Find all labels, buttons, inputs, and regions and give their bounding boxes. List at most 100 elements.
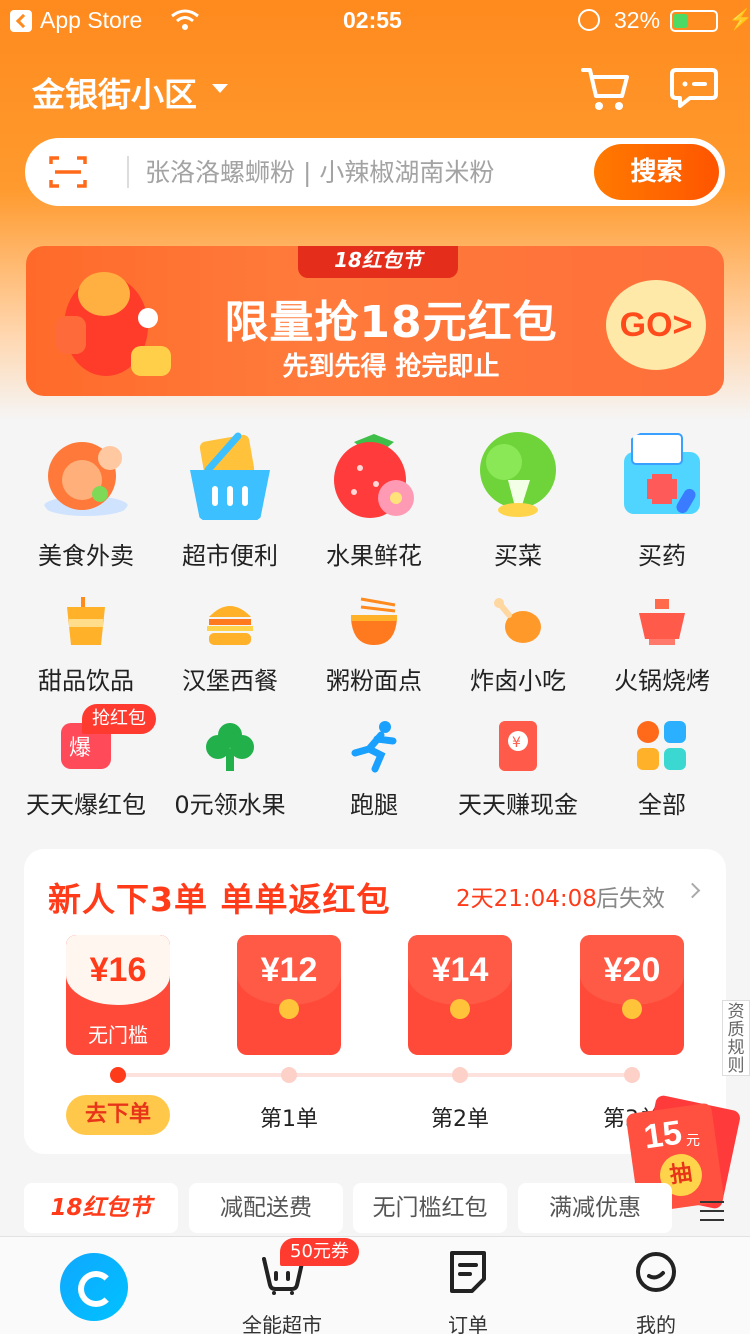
search-bar[interactable]: 搜索 xyxy=(25,138,725,206)
back-arrow-icon[interactable] xyxy=(10,10,32,32)
search-input[interactable] xyxy=(145,150,605,194)
order-icon xyxy=(450,1251,486,1293)
svg-text:爆: 爆 xyxy=(69,736,91,761)
vegetable-icon xyxy=(480,432,556,518)
location-selector[interactable]: 金银街小区 xyxy=(32,68,197,116)
category-medicine[interactable]: 买药 xyxy=(590,420,734,570)
red-packet-20[interactable]: ¥20 xyxy=(580,935,684,1055)
category-earn-cash[interactable]: ¥ 天天赚现金 xyxy=(446,719,590,829)
cart-icon[interactable] xyxy=(580,64,630,112)
packet-amount: ¥16 xyxy=(89,951,147,989)
hotpot-icon xyxy=(639,599,685,645)
progress-track xyxy=(118,1073,632,1077)
category-label: 炸卤小吃 xyxy=(470,667,566,695)
food-delivery-icon xyxy=(44,442,128,516)
rotation-lock-icon xyxy=(578,9,600,31)
filter-no-threshold[interactable]: 无门槛红包 xyxy=(353,1183,507,1233)
new-user-rewards-card[interactable]: 新人下3单 单单返红包 2天21:04:08 后失效 ¥16 无门槛 ¥12 ¥… xyxy=(24,849,726,1154)
category-label: 天天赚现金 xyxy=(458,791,578,819)
red-packet-14[interactable]: ¥14 xyxy=(408,935,512,1055)
category-all[interactable]: 全部 xyxy=(590,719,734,829)
coin-icon xyxy=(279,999,299,1019)
filter-reduced-delivery[interactable]: 减配送费 xyxy=(189,1183,343,1233)
menu-icon[interactable] xyxy=(700,1201,724,1221)
category-noodles[interactable]: 粥粉面点 xyxy=(302,595,446,705)
coin-icon xyxy=(450,999,470,1019)
category-hotpot-bbq[interactable]: 火锅烧烤 xyxy=(590,595,734,705)
search-button[interactable]: 搜索 xyxy=(594,144,719,200)
progress-dot xyxy=(452,1067,468,1083)
bottom-nav: 全能超市 订单 我的 xyxy=(0,1236,750,1334)
noodle-bowl-icon xyxy=(351,597,397,645)
category-label: 甜品饮品 xyxy=(38,667,134,695)
drumstick-icon xyxy=(494,598,541,643)
banner-go-button[interactable]: GO> xyxy=(606,280,706,370)
category-errands[interactable]: 跑腿 xyxy=(302,719,446,829)
nav-orders[interactable]: 订单 xyxy=(408,1249,528,1334)
header: 金银街小区 xyxy=(0,60,750,124)
medicine-box-icon xyxy=(624,433,700,514)
category-vegetables[interactable]: 买菜 xyxy=(446,420,590,570)
strawberry-flower-icon xyxy=(334,434,414,518)
chevron-down-icon[interactable] xyxy=(212,84,228,93)
category-label: 水果鲜花 xyxy=(326,542,422,570)
coupon-badge: 50元券 xyxy=(280,1238,359,1266)
mascot-illustration xyxy=(56,272,171,376)
filter-tabs: 18红包节 减配送费 无门槛红包 满减优惠 xyxy=(0,1183,750,1235)
category-free-fruit[interactable]: 0元领水果 xyxy=(158,719,302,829)
chevron-right-icon[interactable] xyxy=(684,882,701,899)
main-category-grid: 美食外卖 超市便利 水果鲜花 买菜 买药 xyxy=(0,420,750,575)
nav-label: 全能超市 xyxy=(242,1313,322,1334)
expire-label: 后失效 xyxy=(596,886,665,912)
wifi-icon xyxy=(171,9,199,30)
packet-amount: ¥14 xyxy=(431,951,489,989)
packet-amount: ¥20 xyxy=(603,951,661,989)
float-packet-amount: 15 xyxy=(641,1113,685,1157)
supermarket-basket-icon xyxy=(190,432,270,520)
red-packet-16[interactable]: ¥16 无门槛 xyxy=(66,935,170,1055)
category-label: 全部 xyxy=(638,791,686,819)
nav-profile[interactable]: 我的 xyxy=(596,1249,716,1334)
charging-icon: ⚡ xyxy=(728,9,750,31)
category-label: 火锅烧烤 xyxy=(614,667,710,695)
new-user-title: 新人下3单 单单返红包 xyxy=(48,880,391,919)
search-divider xyxy=(127,156,129,188)
category-label: 美食外卖 xyxy=(38,542,134,570)
countdown-timer: 2天21:04:08 xyxy=(456,886,597,912)
go-order-button[interactable]: 去下单 xyxy=(66,1095,170,1135)
clock: 02:55 xyxy=(343,7,402,33)
nav-label: 订单 xyxy=(448,1313,488,1334)
category-label: 跑腿 xyxy=(350,791,398,819)
category-burgers[interactable]: 汉堡西餐 xyxy=(158,595,302,705)
back-app-label[interactable]: App Store xyxy=(40,7,142,34)
category-supermarket[interactable]: 超市便利 xyxy=(158,420,302,570)
category-label: 汉堡西餐 xyxy=(182,667,278,695)
category-fried-snacks[interactable]: 炸卤小吃 xyxy=(446,595,590,705)
category-label: 买菜 xyxy=(494,542,542,570)
banner-subtitle: 先到先得 抢完即止 xyxy=(282,352,500,382)
red-packet-12[interactable]: ¥12 xyxy=(237,935,341,1055)
filter-discounts[interactable]: 满减优惠 xyxy=(518,1183,672,1233)
coin-icon xyxy=(622,999,642,1019)
category-food-delivery[interactable]: 美食外卖 xyxy=(14,420,158,570)
progress-dot-active xyxy=(110,1067,126,1083)
scan-icon[interactable] xyxy=(49,154,87,190)
category-label: 粥粉面点 xyxy=(326,667,422,695)
message-icon[interactable] xyxy=(670,66,718,110)
qualification-rules-tab[interactable]: 资质规则 xyxy=(722,1000,750,1076)
grab-red-packet-badge: 抢红包 xyxy=(82,704,156,734)
filter-red-packet-festival[interactable]: 18红包节 xyxy=(24,1183,178,1233)
category-fruit-flower[interactable]: 水果鲜花 xyxy=(302,420,446,570)
category-daily-red-packet[interactable]: 爆 天天爆红包 xyxy=(14,719,158,829)
status-bar: App Store 02:55 32% ⚡ xyxy=(0,0,750,42)
packet-amount: ¥12 xyxy=(260,951,318,989)
progress-dot xyxy=(624,1067,640,1083)
banner-headline: 限量抢18元红包 xyxy=(224,297,558,348)
category-desserts-drinks[interactable]: 甜品饮品 xyxy=(14,595,158,705)
cash-envelope-icon: ¥ xyxy=(499,721,537,771)
category-label: 天天爆红包 xyxy=(26,791,146,819)
grid-all-icon xyxy=(637,721,686,770)
promo-banner[interactable]: 18红包节 限量抢18元红包 先到先得 抢完即止 GO> xyxy=(26,246,724,396)
drink-cup-icon xyxy=(67,597,105,645)
home-logo-icon[interactable] xyxy=(60,1253,128,1321)
